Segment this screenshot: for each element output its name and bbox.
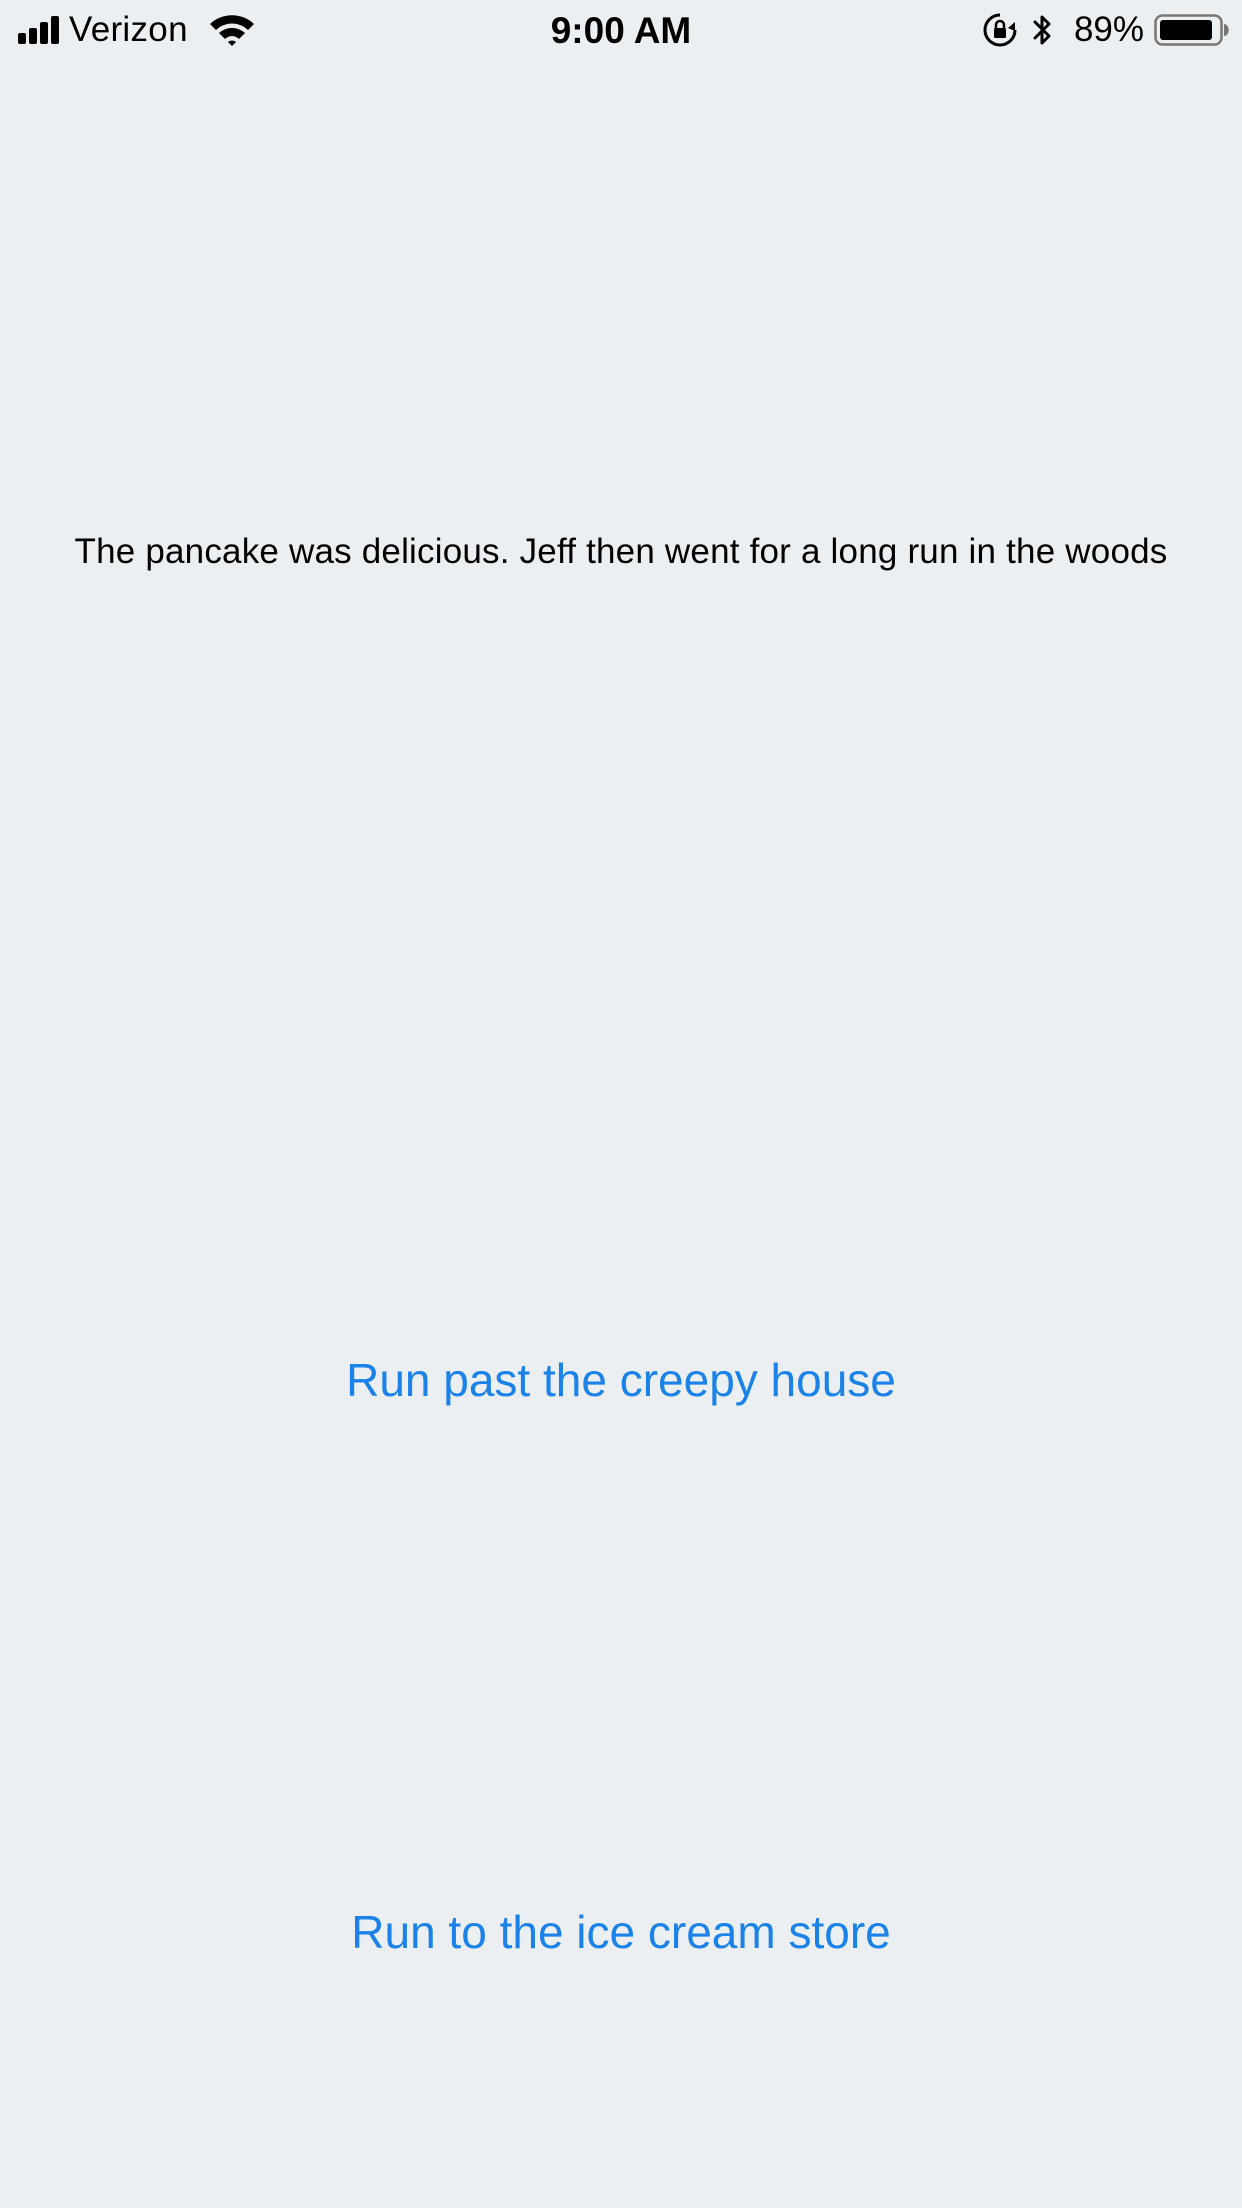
rotation-lock-icon [983,13,1017,47]
story-text: The pancake was delicious. Jeff then wen… [74,532,1168,571]
choice-button-creepy-house[interactable]: Run past the creepy house [221,1335,1021,1425]
battery-percent: 89% [1073,10,1144,49]
battery-icon [1154,14,1229,46]
status-right: 89% [982,10,1230,50]
status-bar: Verizon 9:00 AM 89% [0,0,1242,60]
choice-button-ice-cream-store[interactable]: Run to the ice cream store [221,1887,1021,1977]
bluetooth-icon [1033,15,1051,45]
